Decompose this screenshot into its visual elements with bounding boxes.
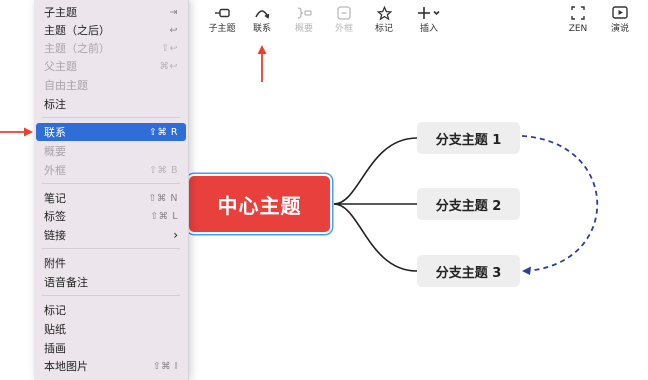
- toolbar-zen-label: ZEN: [568, 24, 588, 34]
- menu-item-shortcut: ⇧↩: [161, 42, 178, 54]
- branch-topic-1-label: 分支主题 1: [435, 132, 502, 148]
- star-icon: [376, 4, 392, 22]
- menu-item-shortcut: ⌘↩: [159, 60, 178, 72]
- subtopic-icon: [214, 4, 230, 22]
- insert-context-menu: 子主题 ⇥ 主题（之后） ↩ 主题（之前） ⇧↩ 父主题 ⌘↩ 自由主题 标注 …: [34, 0, 189, 380]
- toolbar-insert-button[interactable]: 插入: [412, 4, 446, 38]
- menu-item-labels[interactable]: 标签 ⇧⌘ L: [36, 207, 186, 225]
- relationship-arrowhead: [522, 266, 531, 275]
- branch-topic-2-label: 分支主题 2: [435, 198, 502, 214]
- toolbar-summary-button[interactable]: 概要: [290, 4, 318, 38]
- toolbar-marker-button[interactable]: 标记: [370, 4, 398, 38]
- menu-item-label: 附件: [44, 257, 66, 270]
- relationship-line: [521, 135, 599, 272]
- menu-item-label: 链接: [44, 229, 66, 242]
- annotation-arrow-right: [0, 127, 33, 137]
- toolbar-subtopic-label: 子主题: [208, 24, 236, 34]
- menu-item-link[interactable]: 链接 ›: [36, 226, 186, 244]
- menu-item-parent-topic[interactable]: 父主题 ⌘↩: [36, 57, 186, 75]
- relationship-icon: [254, 4, 270, 22]
- menu-item-boundary[interactable]: 外框 ⇧⌘ B: [36, 161, 186, 179]
- toolbar-boundary-button[interactable]: 外框: [330, 4, 358, 38]
- menu-item-shortcut: ⇧⌘ B: [149, 164, 178, 176]
- plus-chevron-icon: [417, 4, 441, 22]
- boundary-icon: [336, 4, 352, 22]
- menu-item-shortcut: ⇧⌘ N: [148, 192, 178, 204]
- menu-item-label: 父主题: [44, 60, 77, 73]
- menu-item-label: 外框: [44, 164, 66, 177]
- menu-separator: [42, 295, 180, 296]
- toolbar-pitch-label: 演说: [610, 24, 629, 34]
- branch-topic-1[interactable]: 分支主题 1: [417, 122, 520, 154]
- toolbar-relationship-label: 联系: [252, 24, 271, 34]
- menu-item-label: 笔记: [44, 192, 66, 205]
- menu-item-illustration[interactable]: 插画: [36, 339, 186, 357]
- menu-separator: [42, 183, 180, 184]
- menu-item-floating-topic[interactable]: 自由主题: [36, 76, 186, 94]
- menu-item-relationship[interactable]: 联系 ⇧⌘ R: [36, 123, 186, 141]
- menu-item-label: 主题（之前）: [44, 42, 110, 55]
- menu-item-shortcut: ⇧⌘ L: [150, 210, 178, 222]
- menu-item-attachment[interactable]: 附件: [36, 254, 186, 272]
- menu-item-label: 主题（之后）: [44, 24, 110, 37]
- menu-item-shortcut: ↩: [169, 24, 178, 36]
- menu-item-shortcut: ⇧⌘ R: [148, 126, 178, 138]
- zen-mode-icon: [571, 4, 585, 22]
- menu-item-label: 联系: [44, 126, 66, 139]
- toolbar-marker-label: 标记: [374, 24, 393, 34]
- menu-item-label: 插画: [44, 342, 66, 355]
- menu-item-callout[interactable]: 标注: [36, 95, 186, 113]
- toolbar-subtopic-button[interactable]: 子主题: [204, 4, 240, 38]
- menu-item-label: 语音备注: [44, 276, 88, 289]
- connector-branch-1: [333, 137, 418, 205]
- pitch-play-icon: [612, 4, 628, 22]
- menu-item-topic-before[interactable]: 主题（之前） ⇧↩: [36, 39, 186, 57]
- menu-item-subtopic[interactable]: 子主题 ⇥: [36, 3, 186, 21]
- submenu-chevron-icon: ›: [173, 228, 178, 242]
- menu-separator: [42, 117, 180, 118]
- menu-item-shortcut: ⇥: [169, 6, 178, 18]
- menu-item-topic-after[interactable]: 主题（之后） ↩: [36, 21, 186, 39]
- central-topic-label: 中心主题: [217, 193, 302, 218]
- menu-item-label: 标记: [44, 304, 66, 317]
- toolbar-boundary-label: 外框: [334, 24, 353, 34]
- annotation-arrow-up: [257, 45, 267, 82]
- toolbar-summary-label: 概要: [294, 24, 313, 34]
- summary-bracket-icon: [296, 4, 312, 22]
- menu-item-label: 自由主题: [44, 79, 88, 92]
- toolbar-zen-button[interactable]: ZEN: [564, 4, 592, 38]
- menu-item-notes[interactable]: 笔记 ⇧⌘ N: [36, 189, 186, 207]
- menu-item-local-image[interactable]: 本地图片 ⇧⌘ I: [36, 357, 186, 375]
- menu-item-summary[interactable]: 概要: [36, 142, 186, 160]
- menu-item-label: 标签: [44, 210, 66, 223]
- menu-item-label: 贴纸: [44, 323, 66, 336]
- menu-item-marker[interactable]: 标记: [36, 301, 186, 319]
- branch-topic-3-label: 分支主题 3: [435, 265, 502, 281]
- menu-item-shortcut: ⇧⌘ I: [152, 360, 178, 372]
- toolbar-insert-label: 插入: [419, 24, 438, 34]
- menu-item-label: 本地图片: [44, 360, 88, 373]
- toolbar-relationship-button[interactable]: 联系: [248, 4, 276, 38]
- central-topic[interactable]: 中心主题: [189, 176, 330, 232]
- connector-branch-3: [333, 203, 418, 272]
- menu-item-label: 概要: [44, 145, 66, 158]
- menu-item-label: 标注: [44, 98, 66, 111]
- menu-item-audio-note[interactable]: 语音备注: [36, 273, 186, 291]
- branch-topic-3[interactable]: 分支主题 3: [417, 255, 520, 287]
- menu-item-sticker[interactable]: 贴纸: [36, 320, 186, 338]
- menu-separator: [42, 248, 180, 249]
- toolbar-pitch-button[interactable]: 演说: [606, 4, 634, 38]
- menu-item-label: 子主题: [44, 6, 77, 19]
- branch-topic-2[interactable]: 分支主题 2: [417, 188, 520, 220]
